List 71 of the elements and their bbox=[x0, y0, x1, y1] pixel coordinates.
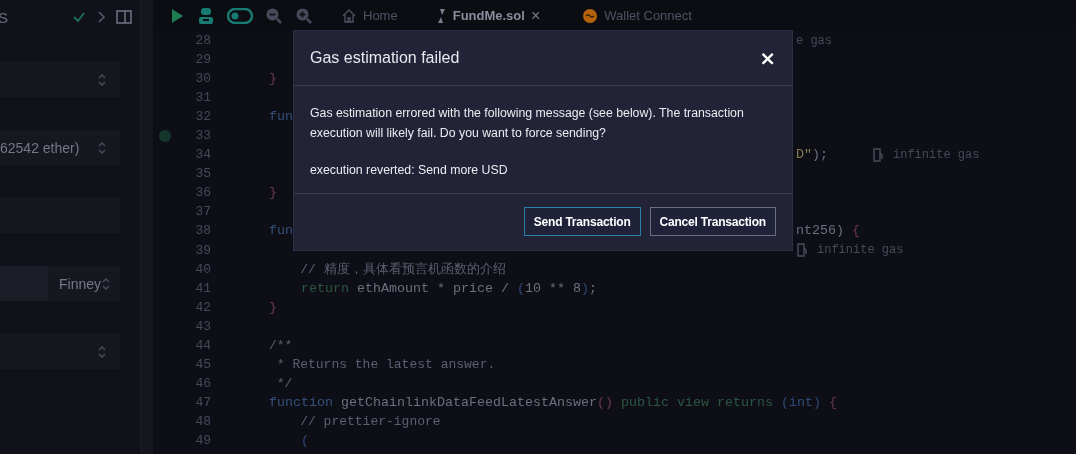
line-number: 41 bbox=[194, 280, 211, 296]
code-line: /** bbox=[269, 337, 293, 353]
close-button[interactable]: × bbox=[755, 48, 780, 68]
line-number: 28 bbox=[194, 33, 211, 48]
error-message: execution reverted: Send more USD bbox=[310, 162, 509, 179]
line-number: 36 bbox=[194, 185, 211, 201]
gas-pump-icon bbox=[872, 147, 883, 162]
code-text: D" bbox=[796, 147, 812, 163]
gas-hint: infinite gas bbox=[872, 147, 980, 162]
gas-hint: e gas bbox=[796, 33, 832, 48]
code-line: function getChainlinkDataFeedLatestAnswer() public view returns (int) { bbox=[269, 394, 837, 410]
zoom-in-icon[interactable] bbox=[295, 6, 313, 25]
line-number: 35 bbox=[194, 166, 211, 182]
line-number: 42 bbox=[194, 299, 211, 315]
line-number: 43 bbox=[194, 318, 211, 334]
line-number: 34 bbox=[194, 147, 211, 163]
robot-icon[interactable] bbox=[197, 6, 215, 25]
wallet-icon bbox=[582, 7, 599, 24]
line-number: 31 bbox=[194, 90, 211, 106]
code-line: // 精度，具体看预言机函数的介绍 bbox=[299, 261, 506, 279]
line-number: 38 bbox=[194, 223, 211, 239]
code-line: // prettier-ignore bbox=[299, 413, 441, 429]
line-number: 29 bbox=[194, 52, 211, 68]
code-text: ); bbox=[812, 147, 828, 163]
code-line: } bbox=[269, 71, 277, 87]
dialog-button[interactable]: Cancel Transaction bbox=[649, 207, 776, 236]
dialog-button[interactable]: Send Transaction bbox=[523, 207, 641, 236]
check-icon[interactable] bbox=[72, 10, 86, 24]
chevron-icon[interactable] bbox=[96, 10, 106, 24]
caret-icon[interactable] bbox=[98, 345, 106, 358]
close-icon[interactable]: × bbox=[530, 6, 541, 25]
dialog-message: Gas estimation errored with the following message (see below). The transaction execution will likely fail. Do you want to force sending? bbox=[310, 105, 745, 142]
code-text: nt256) bbox=[796, 223, 845, 239]
code-line: return ethAmount * price / (10 ** 8); bbox=[300, 280, 597, 296]
dropdown[interactable]: 62542 ether) bbox=[0, 130, 120, 165]
line-number: 48 bbox=[194, 413, 211, 429]
solidity-icon bbox=[435, 7, 447, 24]
code-text: { bbox=[852, 223, 860, 239]
play-icon[interactable] bbox=[169, 7, 185, 24]
tab[interactable]: Wallet Connect bbox=[570, 0, 704, 31]
caret-icon[interactable] bbox=[102, 277, 110, 290]
line-number: 49 bbox=[194, 433, 211, 448]
marker-dot bbox=[159, 129, 171, 142]
code-line: ( bbox=[300, 433, 309, 448]
line-number: 46 bbox=[194, 375, 211, 391]
line-number: 37 bbox=[194, 204, 211, 220]
zoom-out-icon[interactable] bbox=[265, 6, 283, 25]
line-number: 44 bbox=[194, 337, 211, 353]
house-icon bbox=[341, 7, 357, 24]
toggle-switch[interactable] bbox=[227, 7, 253, 24]
line-number: 40 bbox=[194, 261, 211, 277]
caret-icon[interactable] bbox=[98, 73, 106, 86]
code-line: } bbox=[269, 299, 277, 315]
caret-icon[interactable] bbox=[98, 141, 106, 154]
dialog-title: Gas estimation failed bbox=[310, 49, 460, 67]
line-number: 33 bbox=[194, 128, 211, 144]
tab[interactable]: FundMe.sol × bbox=[423, 0, 553, 31]
line-number: 39 bbox=[194, 242, 211, 258]
gas-pump-icon bbox=[796, 243, 807, 258]
line-number: 30 bbox=[194, 71, 211, 87]
code-line: fun bbox=[269, 223, 293, 239]
code-line: } bbox=[269, 185, 277, 201]
panel-icon[interactable] bbox=[116, 10, 132, 24]
tab[interactable]: Home bbox=[329, 0, 410, 31]
code-line: fun bbox=[269, 109, 293, 125]
code-line: * Returns the latest answer. bbox=[275, 356, 496, 372]
gas-hint: infinite gas bbox=[796, 243, 904, 258]
line-number: 45 bbox=[194, 356, 211, 372]
code-line: */ bbox=[275, 375, 293, 391]
line-number: 47 bbox=[194, 394, 211, 410]
line-number: 32 bbox=[194, 109, 211, 125]
